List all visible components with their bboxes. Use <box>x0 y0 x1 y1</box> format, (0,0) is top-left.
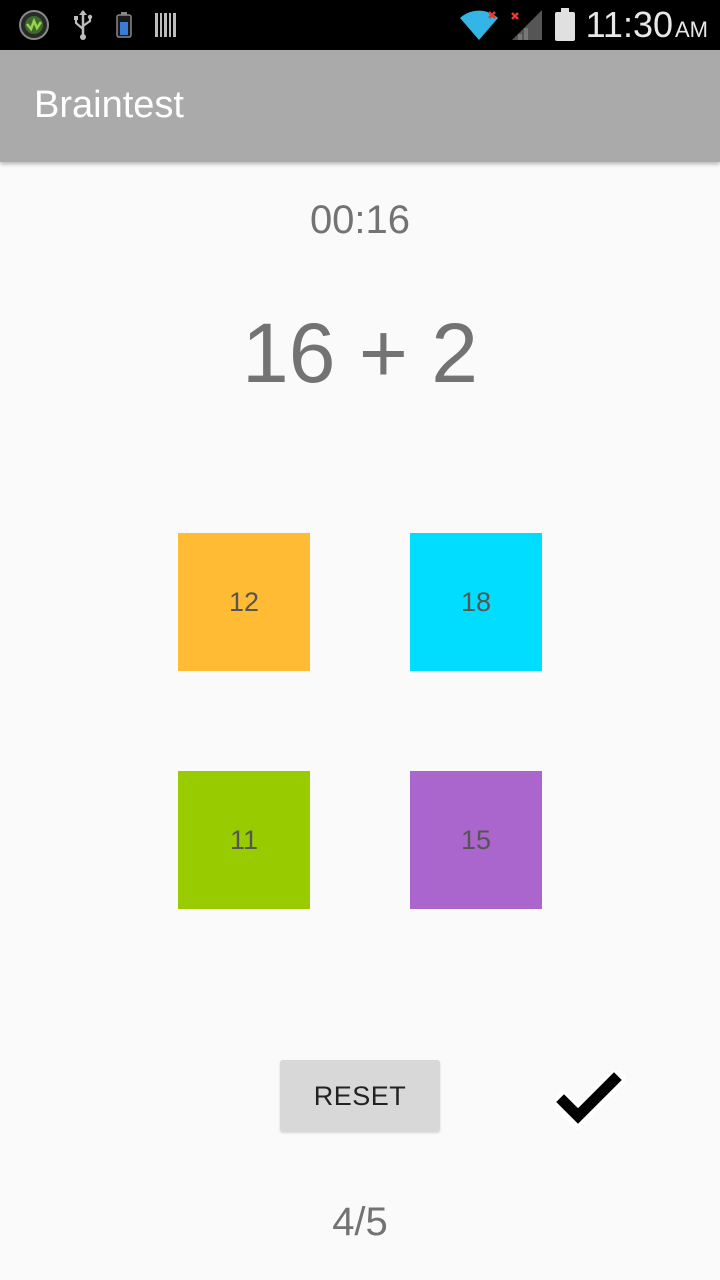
answer-button-3[interactable]: 11 <box>178 771 310 909</box>
app-bar: Braintest <box>0 50 720 162</box>
status-bar: 11:30AM <box>0 0 720 50</box>
answer-label: 18 <box>460 586 492 617</box>
status-bar-right: 11:30AM <box>458 4 708 45</box>
answer-button-2[interactable]: 18 <box>410 533 542 671</box>
usb-icon <box>72 9 94 41</box>
answer-label: 15 <box>460 824 492 855</box>
signal-icon <box>510 8 544 42</box>
app-notification-icon <box>18 9 50 41</box>
status-time: 11:30 <box>585 4 673 45</box>
answer-label: 11 <box>229 824 259 855</box>
reset-label: RESET <box>313 1080 407 1111</box>
score-text: 4/5 <box>332 1200 388 1244</box>
barcode-icon <box>154 12 178 38</box>
battery-icon <box>554 8 576 42</box>
timer-text: 00:16 <box>309 198 411 242</box>
battery-small-icon <box>116 12 132 38</box>
app-title: Braintest <box>34 84 184 126</box>
answer-label: 12 <box>228 586 260 617</box>
question-text: 16 + 2 <box>242 306 478 400</box>
status-bar-left <box>18 8 178 42</box>
wifi-icon <box>458 8 500 42</box>
answer-button-1[interactable]: 12 <box>178 533 310 671</box>
status-ampm: AM <box>675 17 708 42</box>
checkmark-icon <box>549 1065 629 1135</box>
answer-button-4[interactable]: 15 <box>410 771 542 909</box>
reset-button[interactable]: RESET <box>280 1060 440 1132</box>
